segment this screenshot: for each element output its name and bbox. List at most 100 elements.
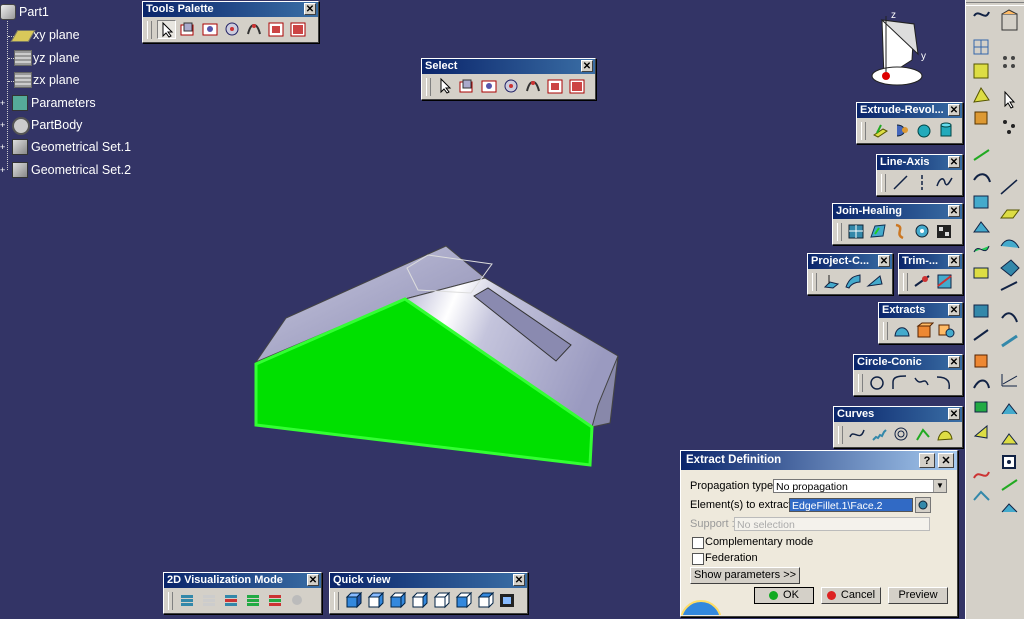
close-icon[interactable]: ✕ <box>513 574 525 586</box>
named-views-icon[interactable] <box>498 591 517 610</box>
healing-icon[interactable] <box>869 222 888 241</box>
trim-icon[interactable] <box>935 272 954 291</box>
shaded-layer-icon[interactable] <box>200 591 219 610</box>
tools-palette-title[interactable]: Tools Palette ✕ <box>143 2 318 17</box>
join-healing-title[interactable]: Join-Healing ✕ <box>833 204 962 219</box>
close-icon[interactable]: ✕ <box>948 156 960 168</box>
select-arrow-icon[interactable] <box>157 20 176 39</box>
curves-toolbar[interactable]: Curves ✕ <box>833 406 963 448</box>
untrim-icon[interactable] <box>913 222 932 241</box>
right-toolbar-col-1[interactable] <box>969 0 999 619</box>
close-icon[interactable]: ✕ <box>581 60 593 72</box>
complementary-mode-checkbox[interactable] <box>692 537 704 549</box>
extracts-title[interactable]: Extracts ✕ <box>879 303 962 318</box>
trap-select-icon[interactable] <box>245 20 264 39</box>
disassemble-icon[interactable] <box>935 222 954 241</box>
corner-icon[interactable] <box>890 373 909 392</box>
front-view-icon[interactable] <box>366 591 385 610</box>
red-layer-icon[interactable] <box>266 591 285 610</box>
circle-conic-toolbar[interactable]: Circle-Conic ✕ <box>853 354 963 396</box>
intersect-box-icon[interactable] <box>480 77 499 96</box>
elements-to-extract-field[interactable]: EdgeFillet.1\Face.2 <box>789 498 913 512</box>
close-icon[interactable]: ✕ <box>948 304 960 316</box>
select-box-icon[interactable] <box>458 77 477 96</box>
quick-view-toolbar[interactable]: Quick view ✕ <box>329 572 528 614</box>
toolbar-grip[interactable] <box>168 591 173 610</box>
pickable-layer-icon[interactable] <box>178 591 197 610</box>
outside-intersect-icon[interactable] <box>568 77 587 96</box>
left-view-icon[interactable] <box>410 591 429 610</box>
close-icon[interactable]: ✕ <box>938 453 954 468</box>
federation-checkbox[interactable] <box>692 553 704 565</box>
circle-conic-title[interactable]: Circle-Conic ✕ <box>854 355 962 370</box>
top-view-icon[interactable] <box>454 591 473 610</box>
select-arrow-icon[interactable] <box>436 77 455 96</box>
help-icon[interactable]: ? <box>919 453 935 468</box>
conic-icon[interactable] <box>934 373 953 392</box>
toolbar-grip[interactable] <box>903 272 908 291</box>
extract-icon[interactable] <box>915 321 934 340</box>
background-layer-icon[interactable] <box>222 591 241 610</box>
combine-icon[interactable] <box>844 272 863 291</box>
toolbar-grip[interactable] <box>812 272 817 291</box>
multiple-extract-icon[interactable] <box>937 321 956 340</box>
project-combine-title[interactable]: Project-C... ✕ <box>808 254 892 269</box>
outside-box-icon[interactable] <box>546 77 565 96</box>
toolbar-grip[interactable] <box>858 373 863 392</box>
toolbar-grip[interactable] <box>861 121 866 140</box>
cancel-button[interactable]: Cancel <box>821 587 881 604</box>
projection-icon[interactable] <box>822 272 841 291</box>
cylinder-icon[interactable] <box>937 121 956 140</box>
selection-list-icon[interactable] <box>915 497 931 513</box>
polygon-select-icon[interactable] <box>223 20 242 39</box>
select-toolbar-title[interactable]: Select ✕ <box>422 59 595 74</box>
close-icon[interactable]: ✕ <box>948 408 960 420</box>
spiral-icon[interactable] <box>892 425 911 444</box>
trim-split-toolbar[interactable]: Trim-... ✕ <box>898 253 963 295</box>
dialog-title-bar[interactable]: Extract Definition ? ✕ <box>681 451 957 470</box>
close-icon[interactable]: ✕ <box>307 574 319 586</box>
line-icon[interactable] <box>891 173 910 192</box>
line-axis-toolbar[interactable]: Line-Axis ✕ <box>876 154 963 196</box>
isoparametric-curve-icon[interactable] <box>936 425 955 444</box>
toolbar-grip[interactable] <box>838 425 843 444</box>
outside-box-icon[interactable] <box>267 20 286 39</box>
revolve-icon[interactable] <box>893 121 912 140</box>
close-icon[interactable]: ✕ <box>948 356 960 368</box>
toolbar-grip[interactable] <box>837 222 842 241</box>
reflect-line-icon[interactable] <box>866 272 885 291</box>
back-view-icon[interactable] <box>388 591 407 610</box>
right-toolbar-strip[interactable] <box>965 0 1024 619</box>
toolbar-grip[interactable] <box>147 20 152 39</box>
trim-split-title[interactable]: Trim-... ✕ <box>899 254 962 269</box>
preview-button[interactable]: Preview <box>888 587 948 604</box>
join-healing-toolbar[interactable]: Join-Healing ✕ <box>832 203 963 245</box>
2d-visualization-mode-toolbar[interactable]: 2D Visualization Mode ✕ <box>163 572 322 614</box>
extrude-icon[interactable] <box>871 121 890 140</box>
connect-curve-icon[interactable] <box>912 373 931 392</box>
close-icon[interactable]: ✕ <box>948 205 960 217</box>
close-icon[interactable]: ✕ <box>948 104 960 116</box>
outside-intersect-icon[interactable] <box>289 20 308 39</box>
green-layer-icon[interactable] <box>244 591 263 610</box>
curves-title[interactable]: Curves ✕ <box>834 407 962 422</box>
extract-definition-dialog[interactable]: Extract Definition ? ✕ Propagation type:… <box>680 450 958 617</box>
boundary-icon[interactable] <box>893 321 912 340</box>
spine-icon[interactable] <box>914 425 933 444</box>
polygon-select-icon[interactable] <box>502 77 521 96</box>
2d-visualization-mode-title[interactable]: 2D Visualization Mode ✕ <box>164 573 321 588</box>
isometric-view-icon[interactable] <box>344 591 363 610</box>
helix-icon[interactable] <box>870 425 889 444</box>
extrude-revolution-toolbar[interactable]: Extrude-Revol... ✕ <box>856 102 963 144</box>
show-parameters-button[interactable]: Show parameters >> <box>690 567 800 584</box>
spline-icon[interactable] <box>848 425 867 444</box>
toolbar-grip[interactable] <box>426 77 431 96</box>
axis-icon[interactable] <box>913 173 932 192</box>
toolbar-grip[interactable] <box>883 321 888 340</box>
chevron-down-icon[interactable]: ▼ <box>933 480 946 492</box>
right-toolbar-col-2[interactable] <box>997 0 1024 619</box>
close-icon[interactable]: ✕ <box>304 3 316 15</box>
line-axis-title[interactable]: Line-Axis ✕ <box>877 155 962 170</box>
tools-palette-toolbar[interactable]: Tools Palette ✕ <box>142 1 319 43</box>
compass-widget[interactable] <box>862 10 942 90</box>
